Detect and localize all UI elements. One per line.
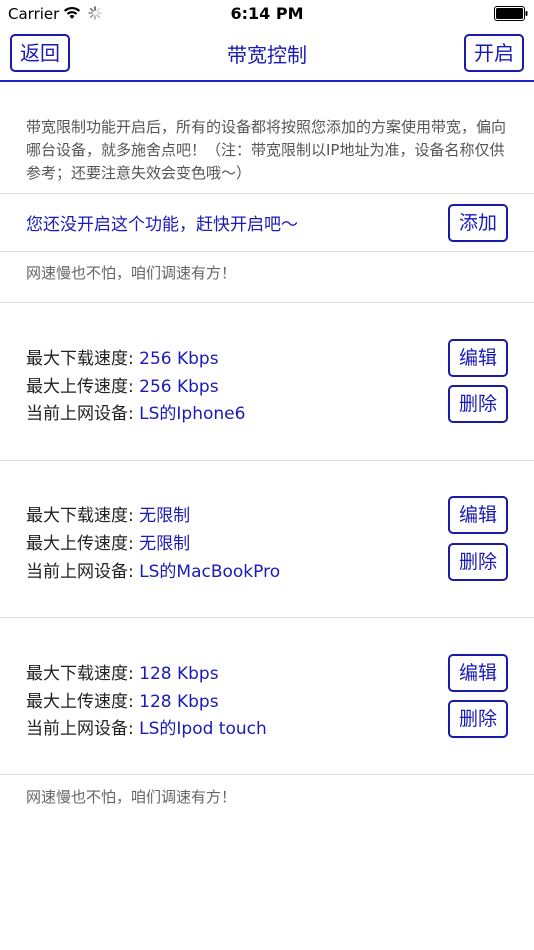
- upload-label: 最大上传速度:: [26, 377, 134, 397]
- device-value: LS的Ipod touch: [139, 719, 267, 739]
- enable-button[interactable]: 开启: [464, 34, 524, 72]
- status-bar: Carrier 6:14 PM: [0, 0, 534, 30]
- download-row: 最大下载速度: 128 Kbps: [26, 659, 219, 684]
- download-row: 最大下载速度: 256 Kbps: [26, 344, 219, 369]
- delete-button[interactable]: 删除: [448, 543, 508, 581]
- upload-value: 无限制: [139, 534, 191, 554]
- status-time: 6:14 PM: [230, 4, 304, 23]
- edit-button[interactable]: 编辑: [448, 654, 508, 692]
- upload-row: 最大上传速度: 128 Kbps: [26, 687, 219, 712]
- navigation-bar: 返回 带宽控制 开启: [0, 30, 534, 82]
- download-value: 无限制: [139, 506, 191, 526]
- device-row: 当前上网设备: LS的MacBookPro: [26, 557, 280, 582]
- upload-value: 256 Kbps: [139, 377, 219, 397]
- feature-off-notice: 您还没开启这个功能，赶快开启吧～: [26, 215, 298, 235]
- divider: [0, 302, 534, 303]
- page-title: 带宽控制: [227, 43, 307, 67]
- download-value: 128 Kbps: [139, 664, 219, 684]
- device-value: LS的MacBookPro: [139, 562, 281, 582]
- divider: [0, 251, 534, 252]
- divider: [0, 774, 534, 775]
- edit-button[interactable]: 编辑: [448, 496, 508, 534]
- battery-icon: [494, 6, 528, 21]
- upload-row: 最大上传速度: 无限制: [26, 529, 190, 554]
- device-value: LS的Iphone6: [139, 404, 246, 424]
- upload-label: 最大上传速度:: [26, 534, 134, 554]
- download-label: 最大下载速度:: [26, 664, 134, 684]
- delete-button[interactable]: 删除: [448, 700, 508, 738]
- download-row: 最大下载速度: 无限制: [26, 501, 190, 526]
- divider: [0, 460, 534, 461]
- add-button[interactable]: 添加: [448, 204, 508, 242]
- edit-button[interactable]: 编辑: [448, 339, 508, 377]
- divider: [0, 193, 534, 194]
- delete-button[interactable]: 删除: [448, 385, 508, 423]
- device-row: 当前上网设备: LS的Iphone6: [26, 399, 245, 424]
- slogan-text: 网速慢也不怕，咱们调速有方！: [26, 264, 237, 282]
- upload-label: 最大上传速度:: [26, 692, 134, 712]
- download-label: 最大下载速度:: [26, 349, 134, 369]
- device-label: 当前上网设备:: [26, 719, 134, 739]
- feature-description: 带宽限制功能开启后，所有的设备都将按照您添加的方案使用带宽，偏向哪台设备，就多施…: [26, 118, 507, 182]
- divider: [0, 617, 534, 618]
- download-value: 256 Kbps: [139, 349, 219, 369]
- device-row: 当前上网设备: LS的Ipod touch: [26, 714, 267, 739]
- slogan-text: 网速慢也不怕，咱们调速有方！: [26, 788, 237, 806]
- device-label: 当前上网设备:: [26, 404, 134, 424]
- upload-value: 128 Kbps: [139, 692, 219, 712]
- device-label: 当前上网设备:: [26, 562, 134, 582]
- download-label: 最大下载速度:: [26, 506, 134, 526]
- upload-row: 最大上传速度: 256 Kbps: [26, 372, 219, 397]
